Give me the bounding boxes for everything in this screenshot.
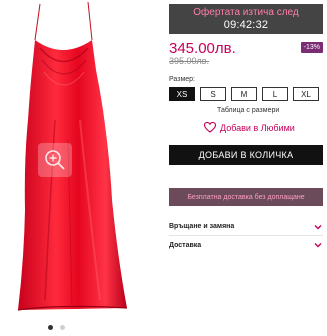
timer-label: Офертата изтича след [193,7,299,18]
offer-timer: Офертата изтича след 09:42:32 [169,4,323,34]
chevron-down-icon [314,224,322,229]
discount-badge: -13% [300,42,323,53]
gallery-dot-1[interactable] [48,325,53,330]
product-image[interactable] [0,0,160,336]
gallery-dots [48,325,65,330]
accordion-returns-label: Връщане и замяна [169,223,235,230]
gallery-dot-2[interactable] [60,325,65,330]
wishlist-label: Добави в Любими [220,122,295,133]
product-info-panel: Офертата изтича след 09:42:32 345.00лв. … [169,0,325,336]
zoom-in-icon [45,150,65,170]
add-to-cart-button[interactable]: ДОБАВИ В КОЛИЧКА [169,145,323,165]
size-option-l[interactable]: L [262,87,288,101]
old-price: 395.00лв. [169,56,210,66]
zoom-button[interactable] [38,143,72,177]
size-option-s[interactable]: S [200,87,226,101]
timer-time: 09:42:32 [223,19,269,31]
accordion-returns[interactable]: Връщане и замяна [169,218,323,236]
size-table-link[interactable]: Таблица с размери [217,107,279,114]
accordion-delivery[interactable]: Доставка [169,236,323,254]
promo-banner: Безплатна доставка без доплащане [169,188,323,206]
chevron-down-icon [314,243,322,248]
size-option-xl[interactable]: XL [293,87,319,101]
size-option-xs[interactable]: XS [169,87,195,101]
size-selector: XS S M L XL [169,87,319,101]
accordion-delivery-label: Доставка [169,241,202,249]
product-gallery [0,0,160,336]
size-option-m[interactable]: M [231,87,257,101]
current-price: 345.00лв. [169,40,236,57]
size-label: Размер: [169,76,196,83]
heart-icon [204,122,216,133]
add-to-wishlist-button[interactable]: Добави в Любими [204,122,295,133]
